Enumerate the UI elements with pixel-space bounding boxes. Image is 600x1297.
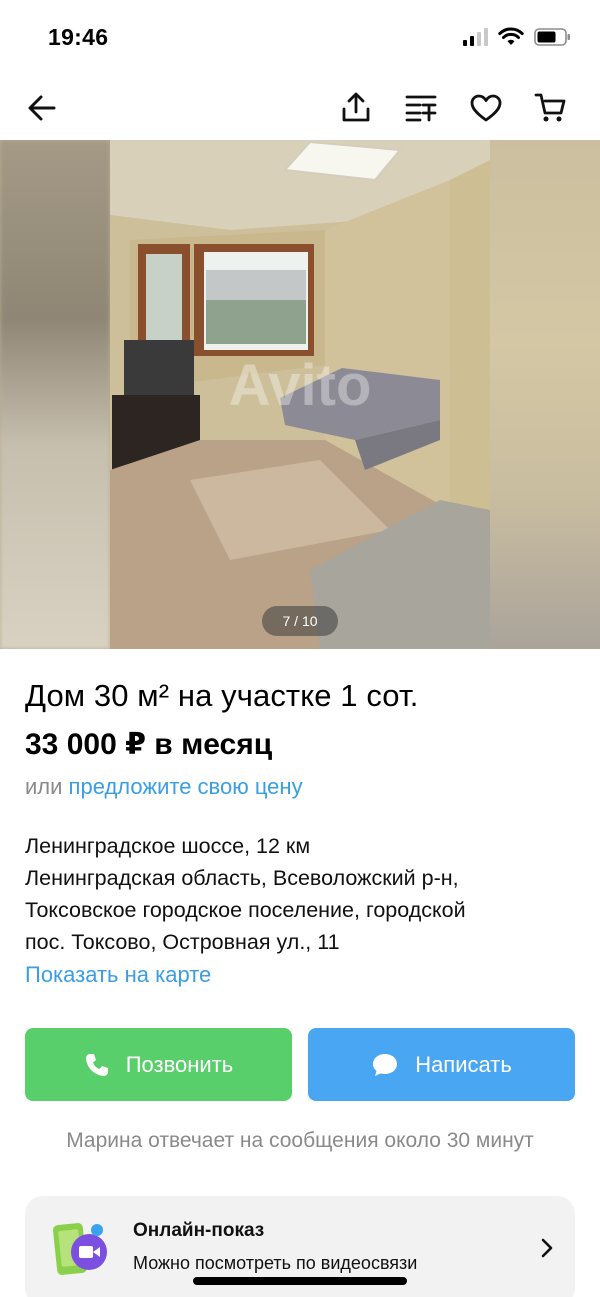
address-line: Ленинградское шоссе, 12 км: [25, 834, 311, 858]
video-call-icon: [52, 1223, 107, 1275]
share-icon: [342, 92, 370, 122]
show-on-map-link[interactable]: Показать на карте: [25, 962, 211, 988]
offer-price-link[interactable]: предложите свою цену: [69, 774, 303, 799]
nav-bar: [0, 76, 600, 140]
status-time: 19:46: [48, 24, 109, 50]
cellular-signal-icon: [463, 28, 488, 46]
online-showing-subtitle: Можно посмотреть по видеосвязи: [133, 1253, 418, 1273]
battery-icon: [534, 28, 570, 46]
back-button[interactable]: [18, 84, 66, 132]
chevron-right-icon: [541, 1238, 553, 1258]
listing-title: Дом 30 м² на участке 1 сот.: [25, 678, 419, 713]
offer-prefix: или: [25, 774, 63, 799]
address-line: Токсовское городское поселение, городско…: [25, 898, 466, 922]
listing-address: Ленинградское шоссе, 12 км Ленинградская…: [25, 830, 585, 958]
compare-button[interactable]: [397, 84, 445, 132]
photo-counter: 7 / 10: [262, 606, 338, 636]
call-button[interactable]: Позвонить: [25, 1028, 292, 1101]
status-bar: 19:46: [0, 0, 600, 76]
phone-icon: [85, 1053, 108, 1076]
favorite-button[interactable]: [462, 84, 510, 132]
home-indicator[interactable]: [193, 1277, 407, 1285]
previous-photo-preview: [0, 140, 110, 649]
share-button[interactable]: [332, 84, 380, 132]
photo-watermark: Avito: [229, 353, 372, 418]
status-icons: [463, 27, 572, 47]
seller-reply-note: Марина отвечает на сообщения около 30 ми…: [66, 1129, 534, 1152]
compare-icon: [405, 95, 437, 122]
address-line: Ленинградская область, Всеволожский р-н,: [25, 866, 459, 890]
call-button-label: Позвонить: [125, 1051, 234, 1077]
write-button-label: Написать: [415, 1051, 512, 1077]
wifi-icon: [498, 27, 524, 45]
arrow-left-icon: [28, 95, 56, 121]
cart-button[interactable]: [526, 84, 574, 132]
photo-gallery[interactable]: Avito 7 / 10: [0, 140, 600, 649]
chat-bubble-icon: [373, 1053, 398, 1076]
address-line: пос. Токсово, Островная ул., 11: [25, 930, 340, 954]
write-message-button[interactable]: Написать: [308, 1028, 575, 1101]
online-showing-title: Онлайн-показ: [133, 1220, 265, 1241]
next-photo-preview: [490, 140, 600, 649]
offer-line: или предложите свою цену: [25, 774, 303, 800]
listing-photo: Avito: [110, 140, 490, 649]
listing-price: 33 000 ₽ в месяц: [25, 728, 273, 761]
cart-icon: [534, 93, 566, 122]
heart-icon: [470, 94, 502, 122]
